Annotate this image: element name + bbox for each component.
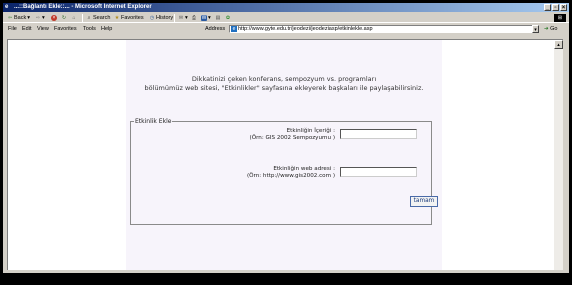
scroll-up-button[interactable]: ▴ [554,40,563,49]
forward-dropdown-icon: ▾ [42,15,45,21]
submit-button[interactable]: tamam [410,196,438,207]
print-icon: ⎙ [191,15,196,21]
history-button[interactable]: ◷ History [149,13,173,23]
back-button[interactable]: ⇦ Back ▾ [7,13,30,23]
search-label: Search [93,15,111,21]
menu-edit[interactable]: Edit [22,24,31,34]
menu-favorites[interactable]: Favorites [54,24,77,34]
edit-dropdown-icon: ▾ [208,15,211,21]
refresh-icon: ↻ [61,15,67,21]
page-viewport: Dikkatinizi çeken konferans, sempozyum v… [8,40,555,270]
address-value: http://www.gyte.edu.tr/jeodezi/jeodezias… [238,26,373,32]
back-arrow-icon: ⇦ [7,15,13,21]
search-button[interactable]: ⌕ Search [86,13,111,23]
messenger-button[interactable]: ✿ [225,13,231,23]
history-icon: ◷ [149,15,155,21]
edit-button[interactable]: W ▾ [201,13,211,23]
stop-button[interactable]: × [51,13,57,23]
messenger-icon: ✿ [225,15,231,21]
home-button[interactable]: ⌂ [71,13,77,23]
intro-text: Dikkatinizi çeken konferans, sempozyum v… [126,75,442,93]
word-icon: W [201,15,207,21]
event-content-label-text: Etkinliğin İçeriği : [286,128,335,134]
forward-button[interactable]: ⇨ ▾ [35,13,45,23]
mail-dropdown-icon: ▾ [185,15,188,21]
mail-icon: ✉ [178,15,184,21]
browser-window: e ...::Bağlantı Ekle::... - Microsoft In… [3,3,569,273]
discuss-button[interactable]: ▤ [215,13,221,23]
page-panel: Dikkatinizi çeken konferans, sempozyum v… [126,40,442,270]
forward-arrow-icon: ⇨ [35,15,41,21]
favorites-button[interactable]: ★ Favorites [114,13,144,23]
window-title: ...::Bağlantı Ekle::... - Microsoft Inte… [14,4,152,10]
address-input[interactable]: e http://www.gyte.edu.tr/jeodezi/jeodezi… [229,25,539,33]
event-url-input[interactable] [340,167,417,177]
event-url-hint: (Örn: http://www.gis2002.com ) [246,173,335,179]
add-event-fieldset: Etkinlik Ekle Etkinliğin İçeriği : (Örn:… [130,118,438,225]
history-label: History [156,15,174,21]
desktop-background [0,273,572,285]
maximize-button[interactable]: ▫ [552,4,559,11]
content-area: Dikkatinizi çeken konferans, sempozyum v… [7,39,563,270]
favorites-icon: ★ [114,15,120,21]
go-label: Go [550,26,558,32]
back-label: Back [14,15,27,21]
address-dropdown-button[interactable]: ▾ [532,25,539,33]
favorites-label: Favorites [121,15,144,21]
close-button[interactable]: × [560,4,567,11]
event-content-input[interactable] [340,129,417,139]
event-url-label: Etkinliğin web adresi : (Örn: http://www… [247,166,335,180]
windows-logo-icon: ⊞ [554,14,566,22]
menu-file[interactable]: File [8,24,17,34]
vertical-scrollbar[interactable]: ▴ [554,40,563,270]
refresh-button[interactable]: ↻ [61,13,67,23]
intro-line-2: bölümümüz web sitesi, "Etkinlikler" sayf… [144,84,424,92]
address-label: Address [205,26,226,32]
menu-tools[interactable]: Tools [83,24,96,34]
standard-toolbar: ⇦ Back ▾ ⇨ ▾ × ↻ ⌂ ⌕ Search ★ Favorites … [3,13,569,23]
menu-view[interactable]: View [37,24,49,34]
search-icon: ⌕ [87,15,91,21]
home-icon: ⌂ [72,15,76,21]
back-dropdown-icon: ▾ [27,15,30,21]
go-arrow-icon: ➜ [544,26,549,32]
go-button[interactable]: ➜ Go [544,24,557,34]
discuss-icon: ▤ [215,15,221,21]
minimize-button[interactable]: _ [544,4,551,11]
fieldset-legend: Etkinlik Ekle [134,118,173,125]
title-bar[interactable]: e ...::Bağlantı Ekle::... - Microsoft In… [3,3,569,12]
menu-bar: File Edit View Favorites Tools Help Addr… [3,24,569,34]
stop-icon: × [51,15,57,21]
event-content-label: Etkinliğin İçeriği : (Örn: GIS 2002 Semp… [250,128,335,142]
toolbar-separator [174,14,175,22]
menu-help[interactable]: Help [101,24,112,34]
window-controls: _ ▫ × [544,4,567,11]
event-url-label-text: Etkinliğin web adresi : [273,166,335,172]
intro-line-1: Dikkatinizi çeken konferans, sempozyum v… [191,75,377,83]
print-button[interactable]: ⎙ [191,13,197,23]
toolbar-separator [82,14,83,22]
page-icon: e [231,26,237,32]
event-content-hint: (Örn: GIS 2002 Sempozyumu ) [249,135,335,141]
mail-button[interactable]: ✉ ▾ [178,13,188,23]
internet-explorer-icon: e [5,4,9,10]
